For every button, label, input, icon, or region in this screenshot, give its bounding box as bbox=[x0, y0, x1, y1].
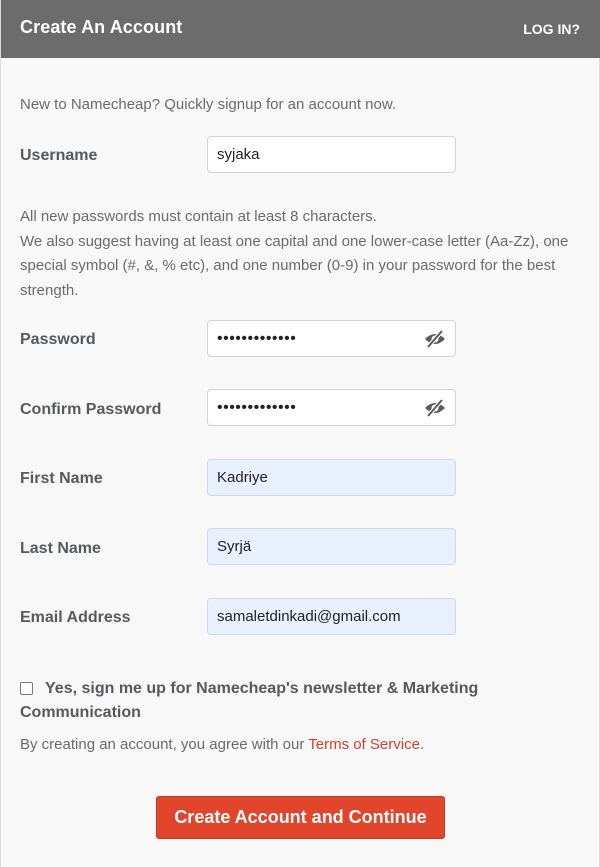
terms-suffix: . bbox=[419, 736, 425, 753]
first-name-field[interactable] bbox=[207, 459, 456, 496]
password-hint: All new passwords must contain at least … bbox=[20, 205, 580, 303]
header-bar: Create An Account LOG IN? bbox=[1, 0, 600, 58]
password-hint-line1: All new passwords must contain at least … bbox=[20, 208, 377, 225]
newsletter-checkbox[interactable] bbox=[20, 682, 33, 695]
last-name-input[interactable] bbox=[208, 538, 455, 555]
login-link[interactable]: LOG IN? bbox=[523, 21, 580, 37]
confirm-password-field[interactable] bbox=[207, 389, 456, 426]
intro-text: New to Namecheap? Quickly signup for an … bbox=[20, 96, 397, 113]
terms-of-service-link[interactable]: Terms of Service bbox=[308, 736, 420, 753]
newsletter-label: Yes, sign me up for Namecheap's newslett… bbox=[20, 680, 479, 721]
create-account-button[interactable]: Create Account and Continue bbox=[156, 796, 445, 839]
page-title: Create An Account bbox=[20, 17, 183, 37]
eye-slash-icon[interactable] bbox=[424, 398, 446, 418]
password-field[interactable] bbox=[207, 320, 456, 357]
eye-slash-icon[interactable] bbox=[424, 329, 446, 349]
terms-text: By creating an account, you agree with o… bbox=[20, 736, 424, 753]
confirm-password-input[interactable] bbox=[208, 398, 408, 417]
username-input[interactable] bbox=[208, 146, 455, 163]
email-input[interactable] bbox=[208, 608, 455, 625]
username-label: Username bbox=[20, 147, 98, 164]
password-hint-line2: We also suggest having at least one capi… bbox=[20, 232, 569, 299]
password-label: Password bbox=[20, 331, 96, 348]
first-name-input[interactable] bbox=[208, 469, 455, 486]
first-name-label: First Name bbox=[20, 470, 103, 487]
signup-panel: Create An Account LOG IN? New to Nameche… bbox=[0, 0, 600, 867]
password-input[interactable] bbox=[208, 329, 408, 348]
terms-prefix: By creating an account, you agree with o… bbox=[20, 736, 309, 753]
last-name-label: Last Name bbox=[20, 540, 101, 557]
username-field[interactable] bbox=[207, 136, 456, 173]
confirm-password-label: Confirm Password bbox=[20, 401, 162, 418]
last-name-field[interactable] bbox=[207, 528, 456, 565]
email-label: Email Address bbox=[20, 609, 131, 626]
email-field[interactable] bbox=[207, 598, 456, 635]
